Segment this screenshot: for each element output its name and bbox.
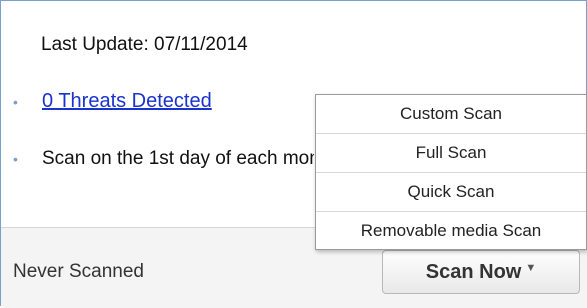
- chevron-down-icon: ▼: [525, 262, 537, 274]
- scan-now-button[interactable]: Scan Now ▼: [382, 250, 580, 294]
- menu-item-removable-media-scan[interactable]: Removable media Scan: [316, 212, 586, 250]
- menu-item-custom-scan[interactable]: Custom Scan: [316, 95, 586, 134]
- scan-status-text: Never Scanned: [13, 261, 144, 282]
- menu-item-full-scan[interactable]: Full Scan: [316, 134, 586, 173]
- bullet-icon: •: [13, 94, 18, 110]
- bullet-icon: •: [13, 151, 18, 167]
- threats-detected-link[interactable]: 0 Threats Detected: [42, 90, 212, 113]
- scan-type-menu: Custom Scan Full Scan Quick Scan Removab…: [315, 94, 587, 250]
- last-update-text: Last Update: 07/11/2014: [41, 34, 248, 55]
- scan-now-label: Scan Now: [425, 260, 522, 283]
- scan-status-panel: Last Update: 07/11/2014 • 0 Threats Dete…: [0, 0, 587, 308]
- menu-item-quick-scan[interactable]: Quick Scan: [316, 173, 586, 212]
- scan-schedule-text: Scan on the 1st day of each month: [42, 148, 314, 169]
